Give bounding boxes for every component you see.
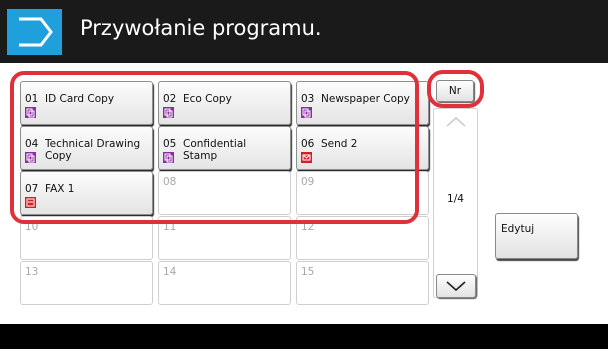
program-button-04[interactable]: 04 Technical Drawing Copy: [20, 126, 153, 170]
program-label: FAX 1: [45, 183, 75, 195]
program-slot-09[interactable]: 09: [296, 171, 429, 215]
program-button-03[interactable]: 03 Newspaper Copy: [296, 81, 429, 125]
program-slot-14[interactable]: 14: [158, 261, 291, 305]
send-icon: [301, 152, 312, 163]
program-number: 09: [301, 176, 315, 188]
page-title: Przywołanie programu.: [80, 16, 322, 40]
program-button-01[interactable]: 01 ID Card Copy: [20, 81, 153, 125]
program-label: Newspaper Copy: [321, 93, 410, 105]
program-slot-13[interactable]: 13: [20, 261, 153, 305]
program-slot-11[interactable]: 11: [158, 216, 291, 260]
edit-button[interactable]: Edytuj: [495, 213, 578, 259]
program-label: ID Card Copy: [45, 93, 115, 105]
program-number: 01: [25, 93, 39, 105]
program-label: Eco Copy: [183, 93, 232, 105]
program-number: 04: [25, 138, 39, 150]
header-bar: Przywołanie programu.: [0, 0, 608, 63]
chevron-down-icon: [446, 281, 466, 292]
copy-icon: [25, 152, 36, 163]
program-label: Send 2: [321, 138, 358, 150]
program-label: Technical Drawing Copy: [45, 138, 141, 162]
program-number: 03: [301, 93, 315, 105]
program-number: 05: [163, 138, 177, 150]
chevron-up-icon: [446, 116, 466, 127]
program-number: 07: [25, 183, 39, 195]
program-button-02[interactable]: 02 Eco Copy: [158, 81, 291, 125]
program-number: 14: [163, 266, 177, 278]
recall-program-icon: [7, 9, 62, 55]
program-button-06[interactable]: 06 Send 2: [296, 126, 429, 170]
fax-icon: [25, 197, 36, 208]
program-number: 02: [163, 93, 177, 105]
page-indicator: 1/4: [447, 193, 464, 205]
sort-by-number-button[interactable]: Nr: [436, 80, 474, 102]
scroll-down-button[interactable]: [436, 274, 476, 298]
program-number: 11: [163, 221, 177, 233]
program-number: 10: [25, 221, 39, 233]
program-number: 15: [301, 266, 315, 278]
bottom-bar: [0, 324, 608, 349]
program-button-05[interactable]: 05 Confidential Stamp: [158, 126, 291, 170]
copy-icon: [163, 152, 174, 163]
program-number: 08: [163, 176, 177, 188]
program-number: 06: [301, 138, 315, 150]
scroll-up-button[interactable]: [438, 110, 474, 134]
copy-icon: [301, 107, 312, 118]
program-label: Confidential Stamp: [183, 138, 247, 162]
program-slot-08[interactable]: 08: [158, 171, 291, 215]
program-slot-12[interactable]: 12: [296, 216, 429, 260]
copy-icon: [25, 107, 36, 118]
program-number: 12: [301, 221, 315, 233]
copy-icon: [163, 107, 174, 118]
program-number: 13: [25, 266, 39, 278]
program-slot-15[interactable]: 15: [296, 261, 429, 305]
program-slot-10[interactable]: 10: [20, 216, 153, 260]
program-button-07[interactable]: 07 FAX 1: [20, 171, 153, 215]
